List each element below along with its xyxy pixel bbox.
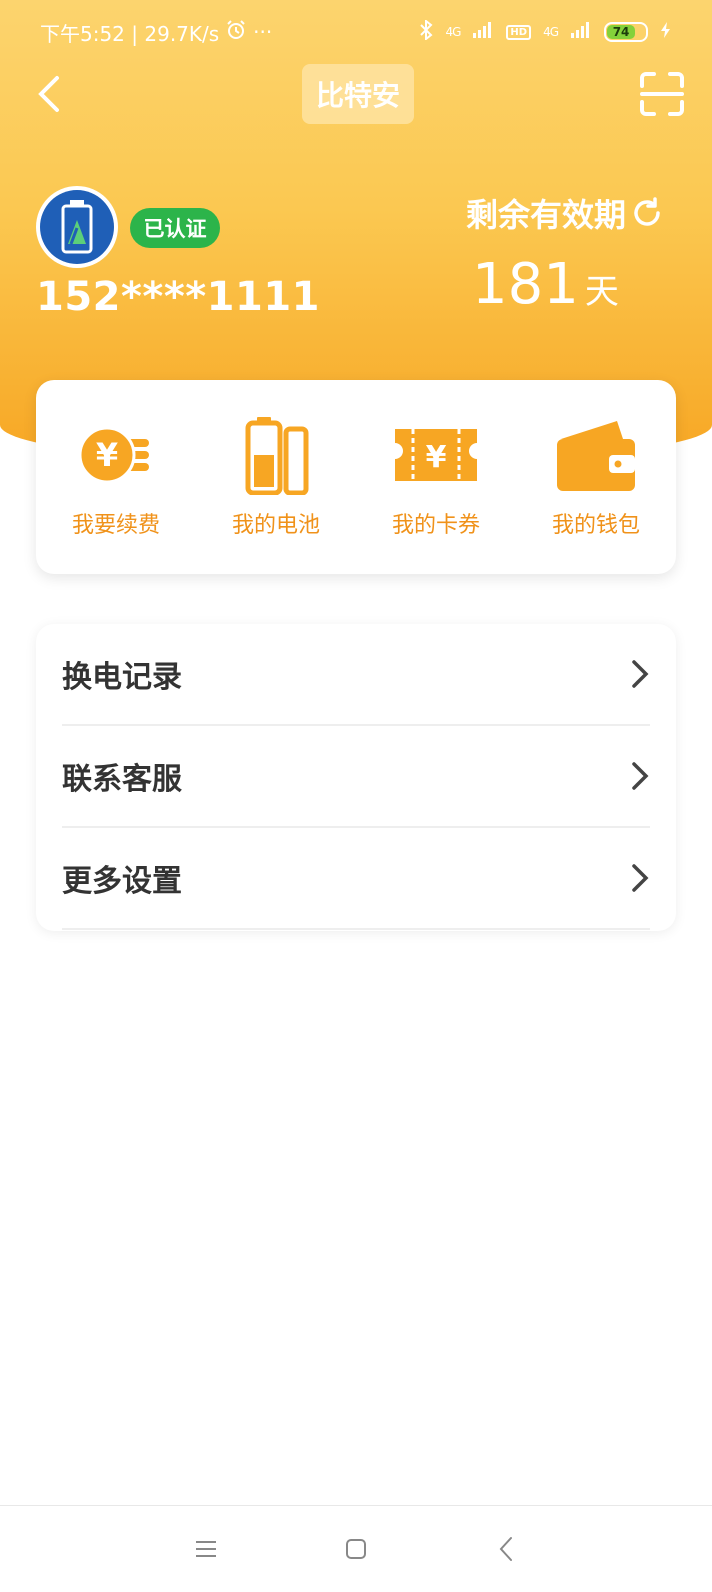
nav-bar: 比特安 xyxy=(0,62,712,126)
svg-text:¥: ¥ xyxy=(426,440,447,475)
charging-icon xyxy=(660,21,672,43)
status-time-speed: 下午5:52 | 29.7K/s xyxy=(40,21,220,46)
chevron-right-icon xyxy=(632,660,649,688)
renew-yuan-icon: ¥ xyxy=(78,426,149,484)
hd-badge: HD xyxy=(506,24,532,40)
quick-action-renew[interactable]: ¥ 我要续费 xyxy=(41,397,191,557)
scan-button[interactable] xyxy=(638,70,686,118)
menu-item-label: 更多设置 xyxy=(62,864,182,899)
quick-action-label: 我的卡券 xyxy=(391,513,480,538)
status-bar: 下午5:52 | 29.7K/s ··· 4G HD 4G 74 xyxy=(0,0,712,64)
signal-label-1: 4G xyxy=(445,25,461,39)
menu-item-label: 换电记录 xyxy=(62,660,182,695)
verified-badge: 已认证 xyxy=(130,208,220,248)
signal-label-2: 4G xyxy=(543,25,559,39)
quick-action-label: 我的电池 xyxy=(231,513,320,538)
home-square-icon xyxy=(346,1539,366,1559)
validity-label: 剩余有效期 xyxy=(465,196,626,234)
quick-actions-card: ¥ 我要续费 我的电池 ¥ 我的卡券 我的钱包 xyxy=(36,380,676,574)
menu-item-customer-service[interactable]: 联系客服 xyxy=(62,726,650,828)
quick-action-label: 我的钱包 xyxy=(551,513,640,538)
avatar[interactable] xyxy=(36,186,118,268)
days-unit: 天 xyxy=(584,272,619,312)
quick-action-coupons[interactable]: ¥ 我的卡券 xyxy=(361,397,511,557)
quick-action-wallet[interactable]: 我的钱包 xyxy=(521,397,671,557)
status-right: 4G HD 4G 74 xyxy=(419,18,672,44)
scan-icon xyxy=(640,72,684,116)
battery-level: 74 xyxy=(607,25,636,39)
coupon-icon: ¥ xyxy=(395,429,477,481)
status-left: 下午5:52 | 29.7K/s ··· xyxy=(40,18,272,47)
validity-days: 181 天 xyxy=(472,252,619,317)
refresh-button[interactable] xyxy=(630,196,664,230)
svg-text:¥: ¥ xyxy=(96,436,118,474)
menu-card: 换电记录 联系客服 更多设置 xyxy=(36,624,676,931)
refresh-icon xyxy=(634,197,660,226)
wallet-icon xyxy=(557,421,635,491)
chevron-left-icon xyxy=(38,76,59,112)
battery-icon xyxy=(245,417,309,495)
battery-logo-icon xyxy=(61,200,93,254)
back-button[interactable] xyxy=(28,72,68,116)
back-arrow-icon xyxy=(499,1537,512,1561)
chevron-right-icon xyxy=(632,864,649,892)
home-button[interactable] xyxy=(336,1529,376,1569)
system-back-button[interactable] xyxy=(486,1529,526,1569)
menu-item-label: 联系客服 xyxy=(62,762,182,797)
chevron-right-icon xyxy=(632,762,649,790)
more-notifications: ··· xyxy=(253,20,273,44)
quick-action-battery[interactable]: 我的电池 xyxy=(201,397,351,557)
bluetooth-icon xyxy=(419,18,433,44)
battery-indicator: 74 xyxy=(604,22,648,42)
signal-icon-2 xyxy=(570,21,592,43)
avatar-image xyxy=(40,190,114,264)
recent-apps-button[interactable] xyxy=(186,1529,226,1569)
menu-item-swap-records[interactable]: 换电记录 xyxy=(62,624,650,726)
page-title: 比特安 xyxy=(302,64,414,124)
signal-icon-1 xyxy=(472,21,494,43)
system-nav-bar xyxy=(0,1505,712,1592)
phone-number: 152****1111 xyxy=(36,274,320,320)
quick-action-label: 我要续费 xyxy=(71,513,160,538)
menu-icon xyxy=(196,1541,216,1557)
alarm-icon xyxy=(225,19,247,46)
menu-item-more-settings[interactable]: 更多设置 xyxy=(62,828,650,930)
days-number: 181 xyxy=(472,252,579,317)
